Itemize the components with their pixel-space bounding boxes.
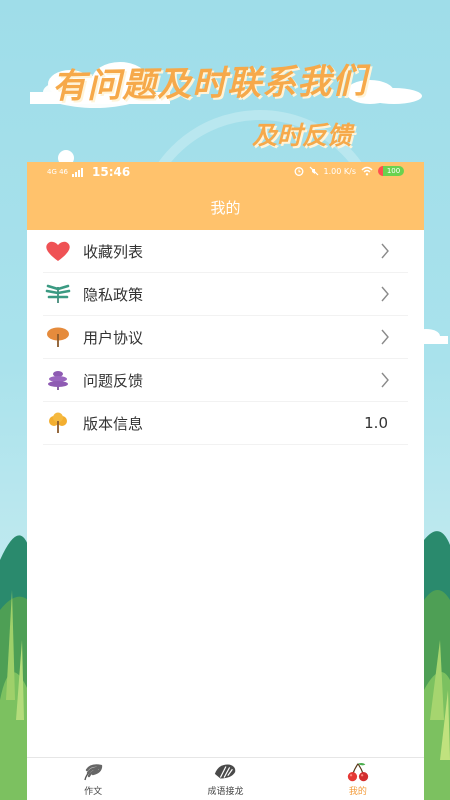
alarm-icon xyxy=(294,167,303,176)
page-title: 我的 xyxy=(210,198,241,217)
menu-item-user-agreement[interactable]: 用户协议 xyxy=(43,316,408,359)
bottom-tab-bar: 作文 成语接龙 我的 xyxy=(27,757,424,800)
cherry-icon xyxy=(346,762,370,782)
menu-item-favorites[interactable]: 收藏列表 xyxy=(43,230,408,273)
chevron-right-icon xyxy=(381,286,389,302)
version-number: 1.0 xyxy=(364,414,388,432)
chevron-right-icon xyxy=(381,372,389,388)
menu-list: 收藏列表 隐私政策 用户协议 问题反馈 版本信息 1.0 xyxy=(43,230,408,445)
yellow-tree-icon xyxy=(45,410,71,436)
menu-item-label: 隐私政策 xyxy=(83,285,144,304)
menu-item-feedback[interactable]: 问题反馈 xyxy=(43,359,408,402)
menu-item-label: 收藏列表 xyxy=(83,242,144,261)
tab-composition[interactable]: 作文 xyxy=(27,758,159,800)
wifi-icon xyxy=(361,166,373,176)
status-left: 4G 46 15:46 xyxy=(47,165,130,179)
network-speed: 1.00 K/s xyxy=(323,166,356,176)
tab-idiom-chain[interactable]: 成语接龙 xyxy=(159,758,291,800)
purple-leaf-icon xyxy=(45,367,71,393)
menu-item-label: 用户协议 xyxy=(83,328,144,347)
green-leaf-icon xyxy=(45,281,71,307)
menu-item-privacy-policy[interactable]: 隐私政策 xyxy=(43,273,408,316)
menu-item-label: 版本信息 xyxy=(83,414,144,433)
tab-label: 成语接龙 xyxy=(207,787,244,797)
banner-headline: 有问题及时联系我们 xyxy=(51,61,368,107)
monstera-leaf-icon xyxy=(213,762,237,782)
tab-label: 作文 xyxy=(84,787,103,797)
phone-screen: 4G 46 15:46 1.00 K/s 100 我的 收藏列表 隐私政策 用户… xyxy=(27,162,424,800)
tab-mine[interactable]: 我的 xyxy=(292,758,424,800)
chevron-right-icon xyxy=(381,243,389,259)
status-bar: 4G 46 15:46 1.00 K/s 100 xyxy=(27,162,424,184)
orange-tree-icon xyxy=(45,324,71,350)
palm-leaf-icon xyxy=(81,762,105,782)
status-right: 1.00 K/s 100 xyxy=(294,166,404,176)
banner-subline: 及时反馈 xyxy=(252,121,353,150)
status-time: 15:46 xyxy=(92,165,131,179)
page-title-bar: 我的 xyxy=(27,184,424,230)
tab-label: 我的 xyxy=(348,787,367,797)
chevron-right-icon xyxy=(381,329,389,345)
heart-icon xyxy=(45,238,71,264)
signal-icon xyxy=(72,167,84,177)
menu-item-version-info[interactable]: 版本信息 1.0 xyxy=(43,402,408,445)
battery-indicator: 100 xyxy=(378,166,404,176)
network-indicator: 4G 46 xyxy=(47,167,69,176)
mute-icon xyxy=(309,166,318,176)
menu-item-label: 问题反馈 xyxy=(83,371,144,390)
